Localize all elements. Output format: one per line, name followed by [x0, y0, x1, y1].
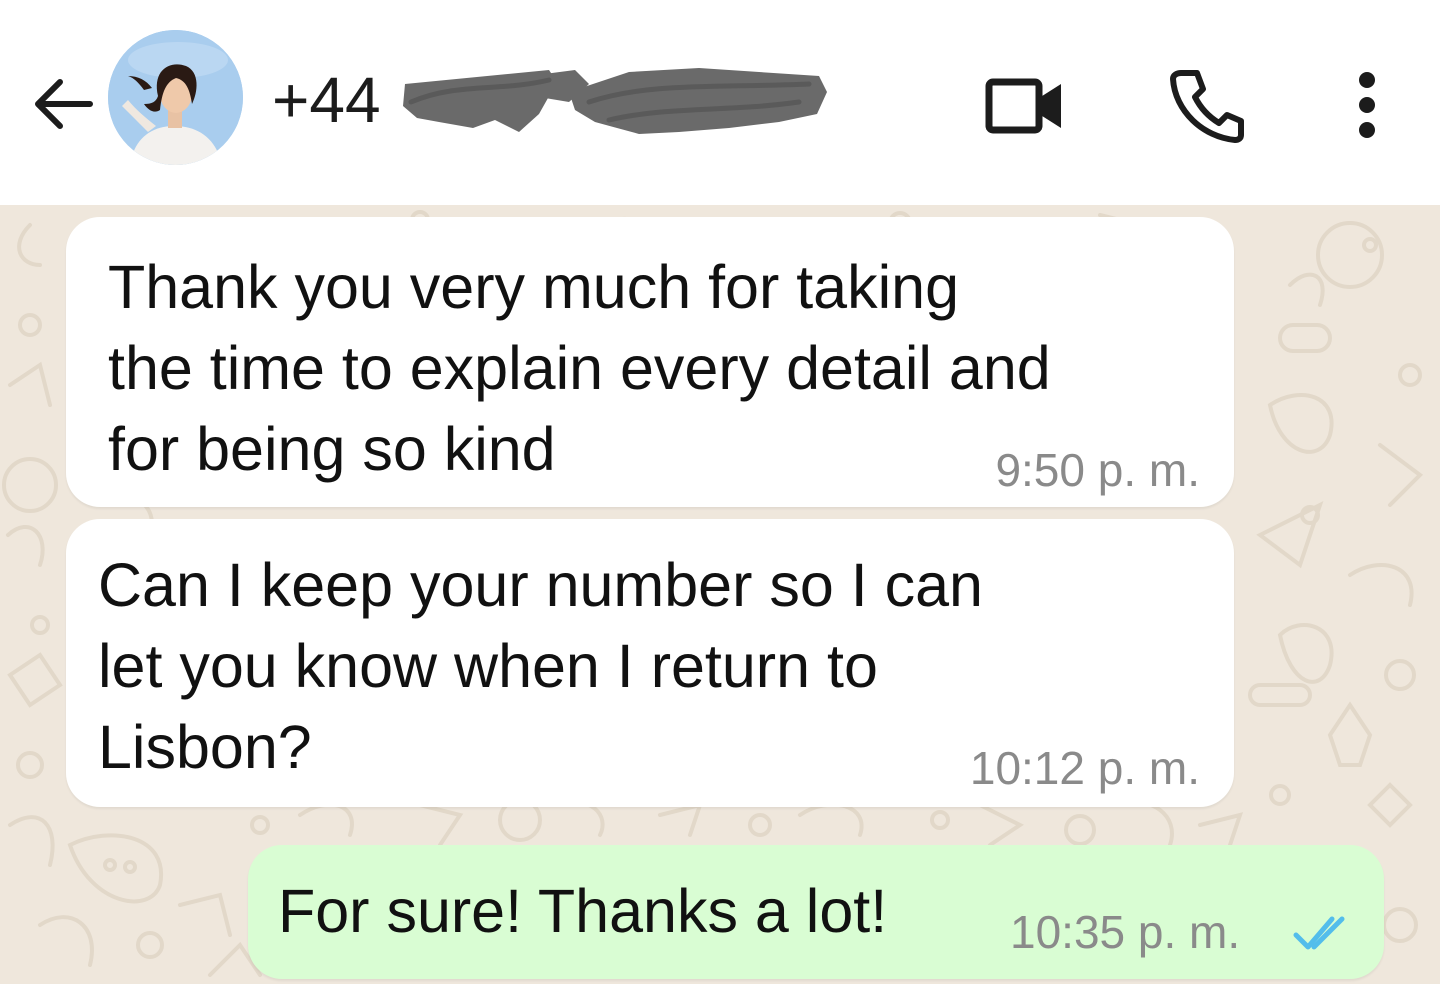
message-timestamp: 10:35 p. m. — [1010, 906, 1241, 958]
contact-name[interactable]: +44 — [272, 62, 829, 138]
more-options-button[interactable] — [1322, 60, 1412, 150]
message-bubble-incoming[interactable]: Can I keep your number so I can let you … — [66, 519, 1234, 807]
message-bubble-incoming[interactable]: Thank you very much for taking the time … — [66, 217, 1234, 507]
chat-header: +44 — [0, 0, 1440, 205]
contact-avatar[interactable] — [108, 30, 243, 165]
arrow-left-icon — [35, 79, 93, 129]
redacted-phone-number — [399, 62, 829, 138]
chat-area[interactable]: Thank you very much for taking the time … — [0, 205, 1440, 984]
video-call-button[interactable] — [980, 60, 1070, 150]
contact-country-code: +44 — [272, 64, 381, 136]
avatar-photo — [108, 30, 243, 165]
double-check-read-icon — [1293, 916, 1345, 950]
message-text: For sure! Thanks a lot! — [278, 877, 888, 945]
message-timestamp: 9:50 p. m. — [995, 444, 1200, 496]
message-bubble-outgoing[interactable]: For sure! Thanks a lot! 10:35 p. m. — [248, 845, 1384, 979]
voice-call-button[interactable] — [1162, 60, 1252, 150]
video-camera-icon — [985, 78, 1061, 134]
back-button[interactable] — [24, 66, 100, 142]
more-vertical-icon — [1359, 72, 1375, 138]
phone-icon — [1170, 70, 1244, 143]
message-timestamp: 10:12 p. m. — [969, 742, 1200, 794]
